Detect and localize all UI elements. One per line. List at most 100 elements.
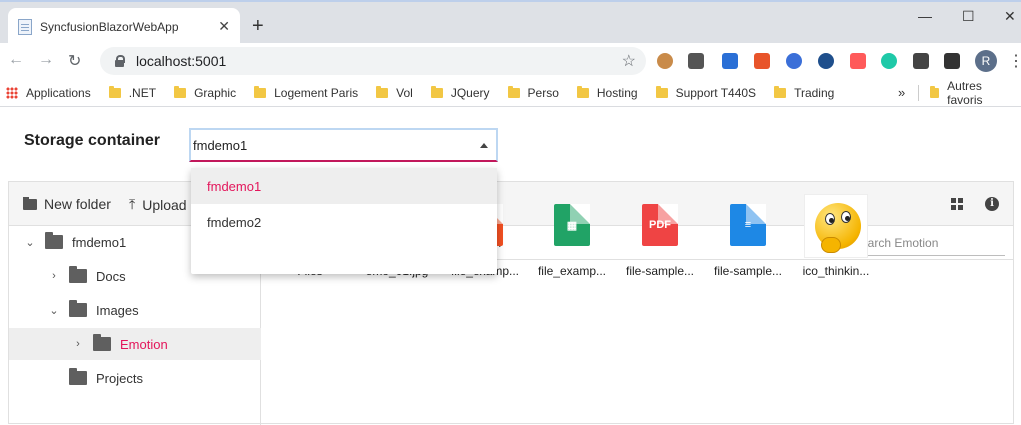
bookmarks-bar: Applications .NET Graphic Logement Paris… bbox=[0, 79, 1021, 107]
caret-up-icon[interactable] bbox=[480, 142, 488, 148]
extension-icon[interactable] bbox=[881, 53, 897, 69]
option-fmdemo1[interactable]: fmdemo1 bbox=[191, 168, 497, 204]
bookmark-label: Trading bbox=[794, 85, 835, 100]
tree-node-images[interactable]: ⌄ Images bbox=[9, 294, 261, 326]
extension-icon[interactable] bbox=[818, 53, 834, 69]
grid-view-icon[interactable] bbox=[951, 198, 963, 210]
bookmark-folder[interactable]: .NET bbox=[108, 85, 156, 100]
bookmark-label: Perso bbox=[527, 85, 559, 100]
file-name: file-sample... bbox=[625, 264, 695, 278]
upload-icon: ⤒ bbox=[129, 196, 136, 212]
reload-icon[interactable]: ↻ bbox=[68, 51, 81, 71]
browser-tab-strip: SyncfusionBlazorWebApp ✕ + — ☐ ✕ bbox=[0, 0, 1021, 45]
tab-title: SyncfusionBlazorWebApp bbox=[40, 19, 179, 34]
emoji-face bbox=[815, 203, 861, 253]
chevron-right-icon[interactable]: › bbox=[47, 270, 61, 282]
bookmark-other-favorites[interactable]: Autres favoris bbox=[930, 79, 1003, 107]
puzzle-icon[interactable] bbox=[913, 53, 929, 69]
bookmark-label: Logement Paris bbox=[274, 85, 359, 100]
apps-grid-icon bbox=[6, 86, 18, 99]
emoji-hand bbox=[821, 237, 841, 253]
bookmark-folder[interactable]: Graphic bbox=[174, 85, 237, 100]
storage-container-dropdown[interactable]: fmdemo1 bbox=[189, 128, 498, 162]
file-name: file-sample... bbox=[713, 264, 783, 278]
info-icon[interactable]: i bbox=[985, 197, 999, 211]
back-icon[interactable]: ← bbox=[8, 51, 24, 69]
bookmark-applications[interactable]: Applications bbox=[6, 86, 91, 100]
folder-icon bbox=[254, 85, 267, 98]
extension-icon[interactable] bbox=[754, 53, 770, 69]
docx-icon: ≡ bbox=[730, 204, 766, 246]
menu-icon[interactable]: ⋮ bbox=[1008, 51, 1021, 71]
folder-icon bbox=[93, 334, 111, 351]
xlsx-glyph: ▦ bbox=[566, 220, 578, 232]
bookmark-folder[interactable]: Vol bbox=[376, 85, 413, 100]
cookie-extension-icon[interactable] bbox=[657, 53, 673, 69]
chevron-down-icon[interactable]: ⌄ bbox=[23, 236, 37, 249]
storage-container-options: fmdemo1 fmdemo2 bbox=[191, 168, 497, 274]
page-icon bbox=[18, 18, 32, 35]
docx-glyph: ≡ bbox=[744, 219, 752, 231]
emoji-eye bbox=[825, 213, 835, 225]
folder-icon bbox=[930, 85, 940, 98]
tree-node-emotion[interactable]: › Emotion bbox=[9, 328, 261, 360]
lock-icon bbox=[114, 55, 125, 67]
file-name: ico_thinkin... bbox=[802, 264, 870, 278]
media-icon[interactable] bbox=[944, 53, 960, 69]
bookmark-star-icon[interactable]: ☆ bbox=[622, 51, 636, 71]
file-item-xlsx[interactable]: ▦ file_examp... bbox=[530, 194, 614, 278]
bookmark-folder[interactable]: Trading bbox=[774, 85, 835, 100]
folder-icon bbox=[69, 368, 87, 385]
extension-icon[interactable] bbox=[688, 53, 704, 69]
pdf-label: PDF bbox=[649, 219, 671, 231]
bookmark-label: Autres favoris bbox=[947, 78, 983, 107]
tree-node-label: fmdemo1 bbox=[72, 234, 127, 250]
extension-icon[interactable] bbox=[786, 53, 802, 69]
folder-icon bbox=[774, 85, 787, 98]
folder-icon bbox=[655, 85, 668, 98]
chevron-down-icon[interactable]: ⌄ bbox=[47, 304, 61, 317]
close-window-icon[interactable]: ✕ bbox=[1004, 8, 1016, 25]
cart-extension-icon[interactable] bbox=[850, 53, 866, 69]
bookmark-folder[interactable]: Hosting bbox=[576, 85, 638, 100]
bookmark-label: Graphic bbox=[194, 85, 237, 100]
profile-avatar[interactable]: R bbox=[975, 50, 997, 72]
minimize-icon[interactable]: — bbox=[918, 8, 932, 24]
folder-icon bbox=[108, 85, 121, 98]
new-folder-button[interactable]: New folder bbox=[23, 196, 111, 212]
address-bar[interactable]: localhost:5001 ☆ bbox=[100, 47, 646, 75]
file-item-image[interactable]: ico_thinkin... bbox=[794, 194, 878, 278]
pdf-icon: PDF bbox=[642, 204, 678, 246]
url-text[interactable]: localhost:5001 bbox=[136, 53, 622, 69]
bookmark-folder[interactable]: Perso bbox=[507, 85, 559, 100]
extension-icon[interactable] bbox=[722, 53, 738, 69]
xlsx-icon: ▦ bbox=[554, 204, 590, 246]
page-content: Storage container fmdemo1 New folder ⤒ U… bbox=[0, 108, 1021, 425]
close-tab-icon[interactable]: ✕ bbox=[218, 18, 230, 35]
thumbnail: ≡ bbox=[716, 194, 780, 258]
tree-node-label: Images bbox=[96, 302, 139, 318]
chevron-right-icon[interactable]: › bbox=[71, 338, 85, 350]
bookmark-folder[interactable]: JQuery bbox=[430, 85, 490, 100]
more-bookmarks-button[interactable]: » bbox=[898, 85, 905, 100]
tree-node-projects[interactable]: Projects bbox=[9, 362, 261, 394]
new-tab-button[interactable]: + bbox=[252, 15, 264, 38]
bookmark-folder[interactable]: Logement Paris bbox=[254, 85, 359, 100]
new-folder-label: New folder bbox=[44, 196, 111, 212]
file-item-docx[interactable]: ≡ file-sample... bbox=[706, 194, 790, 278]
bookmark-label: Applications bbox=[26, 85, 91, 100]
upload-button[interactable]: ⤒ Upload bbox=[129, 196, 187, 213]
maximize-icon[interactable]: ☐ bbox=[962, 8, 975, 25]
folder-icon bbox=[507, 85, 520, 98]
browser-tab[interactable]: SyncfusionBlazorWebApp ✕ bbox=[8, 8, 240, 45]
bookmark-folder[interactable]: Support T440S bbox=[655, 85, 756, 100]
browser-toolbar: ← → ↻ localhost:5001 ☆ R ⋮ bbox=[0, 43, 1021, 79]
option-fmdemo2[interactable]: fmdemo2 bbox=[191, 204, 497, 240]
thumbnail: ▦ bbox=[540, 194, 604, 258]
upload-label: Upload bbox=[142, 196, 187, 213]
dropdown-value[interactable]: fmdemo1 bbox=[193, 138, 480, 153]
file-item-pdf[interactable]: PDF file-sample... bbox=[618, 194, 702, 278]
forward-icon[interactable]: → bbox=[38, 51, 54, 69]
folder-icon bbox=[174, 85, 187, 98]
storage-container-label: Storage container bbox=[24, 132, 161, 149]
